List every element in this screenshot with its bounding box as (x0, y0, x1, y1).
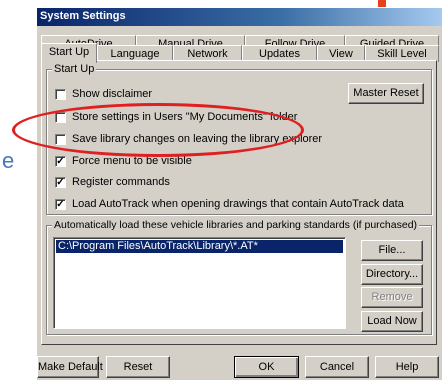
store-settings-checkbox[interactable]: Store settings in Users "My Documents" f… (55, 110, 297, 124)
ok-button[interactable]: OK (234, 356, 299, 378)
show-disclaimer-checkbox[interactable]: Show disclaimer (55, 87, 152, 101)
system-settings-dialog: System Settings AutoDrive Manual Drive F… (36, 7, 442, 380)
master-reset-button[interactable]: Master Reset (348, 83, 424, 104)
save-library-changes-checkbox[interactable]: Save library changes on leaving the libr… (55, 132, 322, 146)
check-mark-icon: ✓ (55, 155, 66, 167)
load-now-button[interactable]: Load Now (361, 311, 423, 332)
check-mark-icon: ✓ (55, 198, 66, 210)
make-default-button[interactable]: Make Default (37, 356, 103, 378)
check-mark-icon: ✓ (55, 176, 66, 188)
checkbox-label: Load AutoTrack when opening drawings tha… (72, 198, 404, 210)
remove-button[interactable]: Remove (361, 287, 423, 308)
libraries-group: Automatically load these vehicle librari… (46, 219, 432, 335)
force-menu-visible-checkbox[interactable]: ✓ Force menu to be visible (55, 154, 192, 168)
start-up-panel: Start Up Show disclaimer Master Reset St… (41, 60, 437, 345)
title-bar[interactable]: System Settings (37, 8, 442, 26)
window-title: System Settings (40, 10, 126, 22)
checkbox-box (55, 88, 66, 100)
checkbox-label: Register commands (72, 176, 170, 188)
load-autotrack-checkbox[interactable]: ✓ Load AutoTrack when opening drawings t… (55, 197, 404, 211)
checkbox-box (55, 111, 66, 123)
register-commands-checkbox[interactable]: ✓ Register commands (55, 175, 170, 189)
reset-button[interactable]: Reset (106, 356, 170, 378)
tab-start-up[interactable]: Start Up (41, 43, 97, 63)
checkbox-label: Store settings in Users "My Documents" f… (72, 111, 298, 123)
libraries-group-label: Automatically load these vehicle librari… (52, 219, 420, 231)
start-up-group: Start Up Show disclaimer Master Reset St… (46, 63, 432, 215)
checkbox-label: Show disclaimer (72, 88, 153, 100)
help-button[interactable]: Help (375, 356, 439, 378)
file-button[interactable]: File... (361, 240, 423, 261)
checkbox-box (55, 133, 66, 145)
library-list-item[interactable]: C:\Program Files\AutoTrack\Library\*.AT* (56, 240, 343, 253)
directory-button[interactable]: Directory... (361, 264, 423, 285)
checkbox-label: Save library changes on leaving the libr… (72, 133, 323, 145)
checkbox-label: Force menu to be visible (72, 155, 192, 167)
cancel-button[interactable]: Cancel (305, 356, 369, 378)
start-up-group-label: Start Up (52, 63, 97, 75)
side-text-fragment: e (2, 148, 15, 173)
library-list[interactable]: C:\Program Files\AutoTrack\Library\*.AT* (53, 237, 346, 329)
